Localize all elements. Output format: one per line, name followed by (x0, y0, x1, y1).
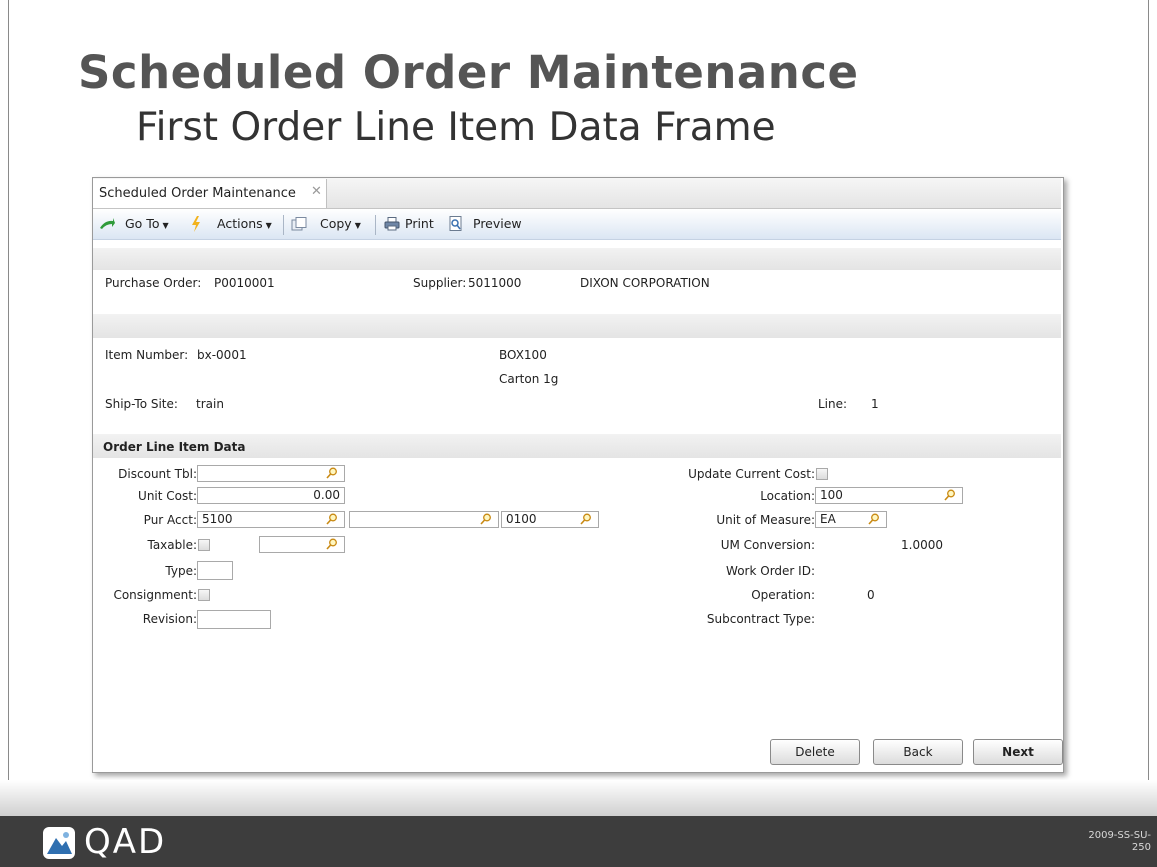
operation-label: Operation: (751, 588, 815, 602)
consignment-checkbox[interactable] (198, 589, 210, 601)
actions-lightning-icon (192, 216, 200, 232)
unit-cost-label: Unit Cost: (138, 489, 197, 503)
pur-acct-field[interactable]: 5100 (197, 511, 345, 528)
goto-arrow-icon (100, 218, 115, 229)
ship-to-site-label: Ship-To Site: (105, 397, 178, 411)
preview-button[interactable]: Preview (473, 216, 522, 231)
next-button[interactable]: Next (973, 739, 1063, 765)
tab-label: Scheduled Order Maintenance (99, 186, 296, 201)
pur-acct-cost-center-field[interactable]: 0100 (501, 511, 599, 528)
qad-logo-text: QAD (84, 822, 167, 862)
slide-subtitle: First Order Line Item Data Frame (136, 105, 776, 150)
type-field[interactable] (197, 561, 233, 580)
pur-acct-cost-center-value: 0100 (506, 512, 537, 526)
po-label: Purchase Order: (105, 276, 202, 290)
pur-acct-sub-field[interactable] (349, 511, 499, 528)
search-icon[interactable] (326, 467, 338, 479)
search-icon[interactable] (326, 538, 338, 550)
back-button[interactable]: Back (873, 739, 963, 765)
unit-of-measure-value: EA (820, 512, 836, 526)
toolbar-separator (283, 215, 284, 235)
tab-strip: Scheduled Order Maintenance ✕ (93, 178, 1061, 209)
actions-label: Actions (217, 216, 263, 231)
item-number-label: Item Number: (105, 348, 189, 362)
discount-tbl-field[interactable] (197, 465, 345, 482)
type-label: Type: (165, 564, 197, 578)
print-button[interactable]: Print (405, 216, 434, 231)
toolbar-separator (375, 215, 376, 235)
item-description-1: BOX100 (499, 348, 547, 362)
chevron-down-icon: ▼ (162, 221, 169, 230)
goto-menu[interactable]: Go To ▼ (125, 216, 169, 231)
chevron-down-icon: ▼ (354, 221, 361, 230)
location-value: 100 (820, 488, 843, 502)
unit-cost-field[interactable]: 0.00 (197, 487, 345, 504)
pur-acct-value: 5100 (202, 512, 233, 526)
supplier-name: DIXON CORPORATION (580, 276, 710, 290)
header-band (93, 248, 1061, 270)
location-field[interactable]: 100 (815, 487, 963, 504)
tax-code-field[interactable] (259, 536, 345, 553)
search-icon[interactable] (580, 513, 592, 525)
item-band (93, 314, 1061, 338)
close-icon[interactable]: ✕ (311, 184, 322, 199)
copy-icon (291, 217, 307, 231)
item-description-2: Carton 1g (499, 372, 559, 386)
ship-to-site-value: train (196, 397, 224, 411)
revision-label: Revision: (142, 612, 197, 626)
search-icon[interactable] (480, 513, 492, 525)
discount-tbl-label: Discount Tbl: (118, 467, 197, 481)
work-order-id-label: Work Order ID: (726, 564, 815, 578)
preview-icon (449, 216, 462, 231)
toolbar: Go To ▼ Actions ▼ Copy ▼ Print Preview (93, 209, 1061, 240)
item-number-value: bx-0001 (197, 348, 247, 362)
footer-bar: QAD 2009-SS-SU- 250 (0, 816, 1157, 867)
um-conversion-value: 1.0000 (901, 538, 943, 552)
slide-code-line-1: 2009-SS-SU- (1088, 830, 1151, 841)
location-label: Location: (760, 489, 815, 503)
po-value: P0010001 (214, 276, 275, 290)
revision-field[interactable] (197, 610, 271, 629)
search-icon[interactable] (944, 489, 956, 501)
slide-code: 2009-SS-SU- 250 (1088, 830, 1151, 854)
footer-gradient (0, 780, 1157, 816)
unit-of-measure-field[interactable]: EA (815, 511, 887, 528)
supplier-value: 5011000 (468, 276, 522, 290)
pur-acct-label: Pur Acct: (143, 513, 197, 527)
slide-code-line-2: 250 (1131, 842, 1151, 853)
update-current-cost-checkbox[interactable] (816, 468, 828, 480)
copy-menu[interactable]: Copy ▼ (320, 216, 361, 231)
taxable-checkbox[interactable] (198, 539, 210, 551)
goto-label: Go To (125, 216, 160, 231)
qad-logo-icon (43, 827, 75, 859)
print-icon (384, 217, 400, 231)
chevron-down-icon: ▼ (265, 221, 272, 230)
operation-value: 0 (867, 588, 875, 602)
search-icon[interactable] (326, 513, 338, 525)
um-conversion-label: UM Conversion: (720, 538, 815, 552)
consignment-label: Consignment: (113, 588, 197, 602)
line-label: Line: (818, 397, 848, 411)
slide-title: Scheduled Order Maintenance (78, 46, 859, 99)
taxable-label: Taxable: (147, 538, 197, 552)
supplier-label: Supplier: (413, 276, 467, 290)
line-value: 1 (871, 397, 879, 411)
app-window: Scheduled Order Maintenance ✕ Go To ▼ Act… (92, 177, 1064, 773)
unit-of-measure-label: Unit of Measure: (716, 513, 815, 527)
copy-label: Copy (320, 216, 352, 231)
section-title: Order Line Item Data (103, 440, 246, 454)
actions-menu[interactable]: Actions ▼ (217, 216, 272, 231)
delete-button[interactable]: Delete (770, 739, 860, 765)
update-current-cost-label: Update Current Cost: (688, 467, 815, 481)
subcontract-type-label: Subcontract Type: (706, 612, 815, 626)
search-icon[interactable] (868, 513, 880, 525)
tab-scheduled-order-maintenance[interactable]: Scheduled Order Maintenance ✕ (93, 179, 327, 208)
